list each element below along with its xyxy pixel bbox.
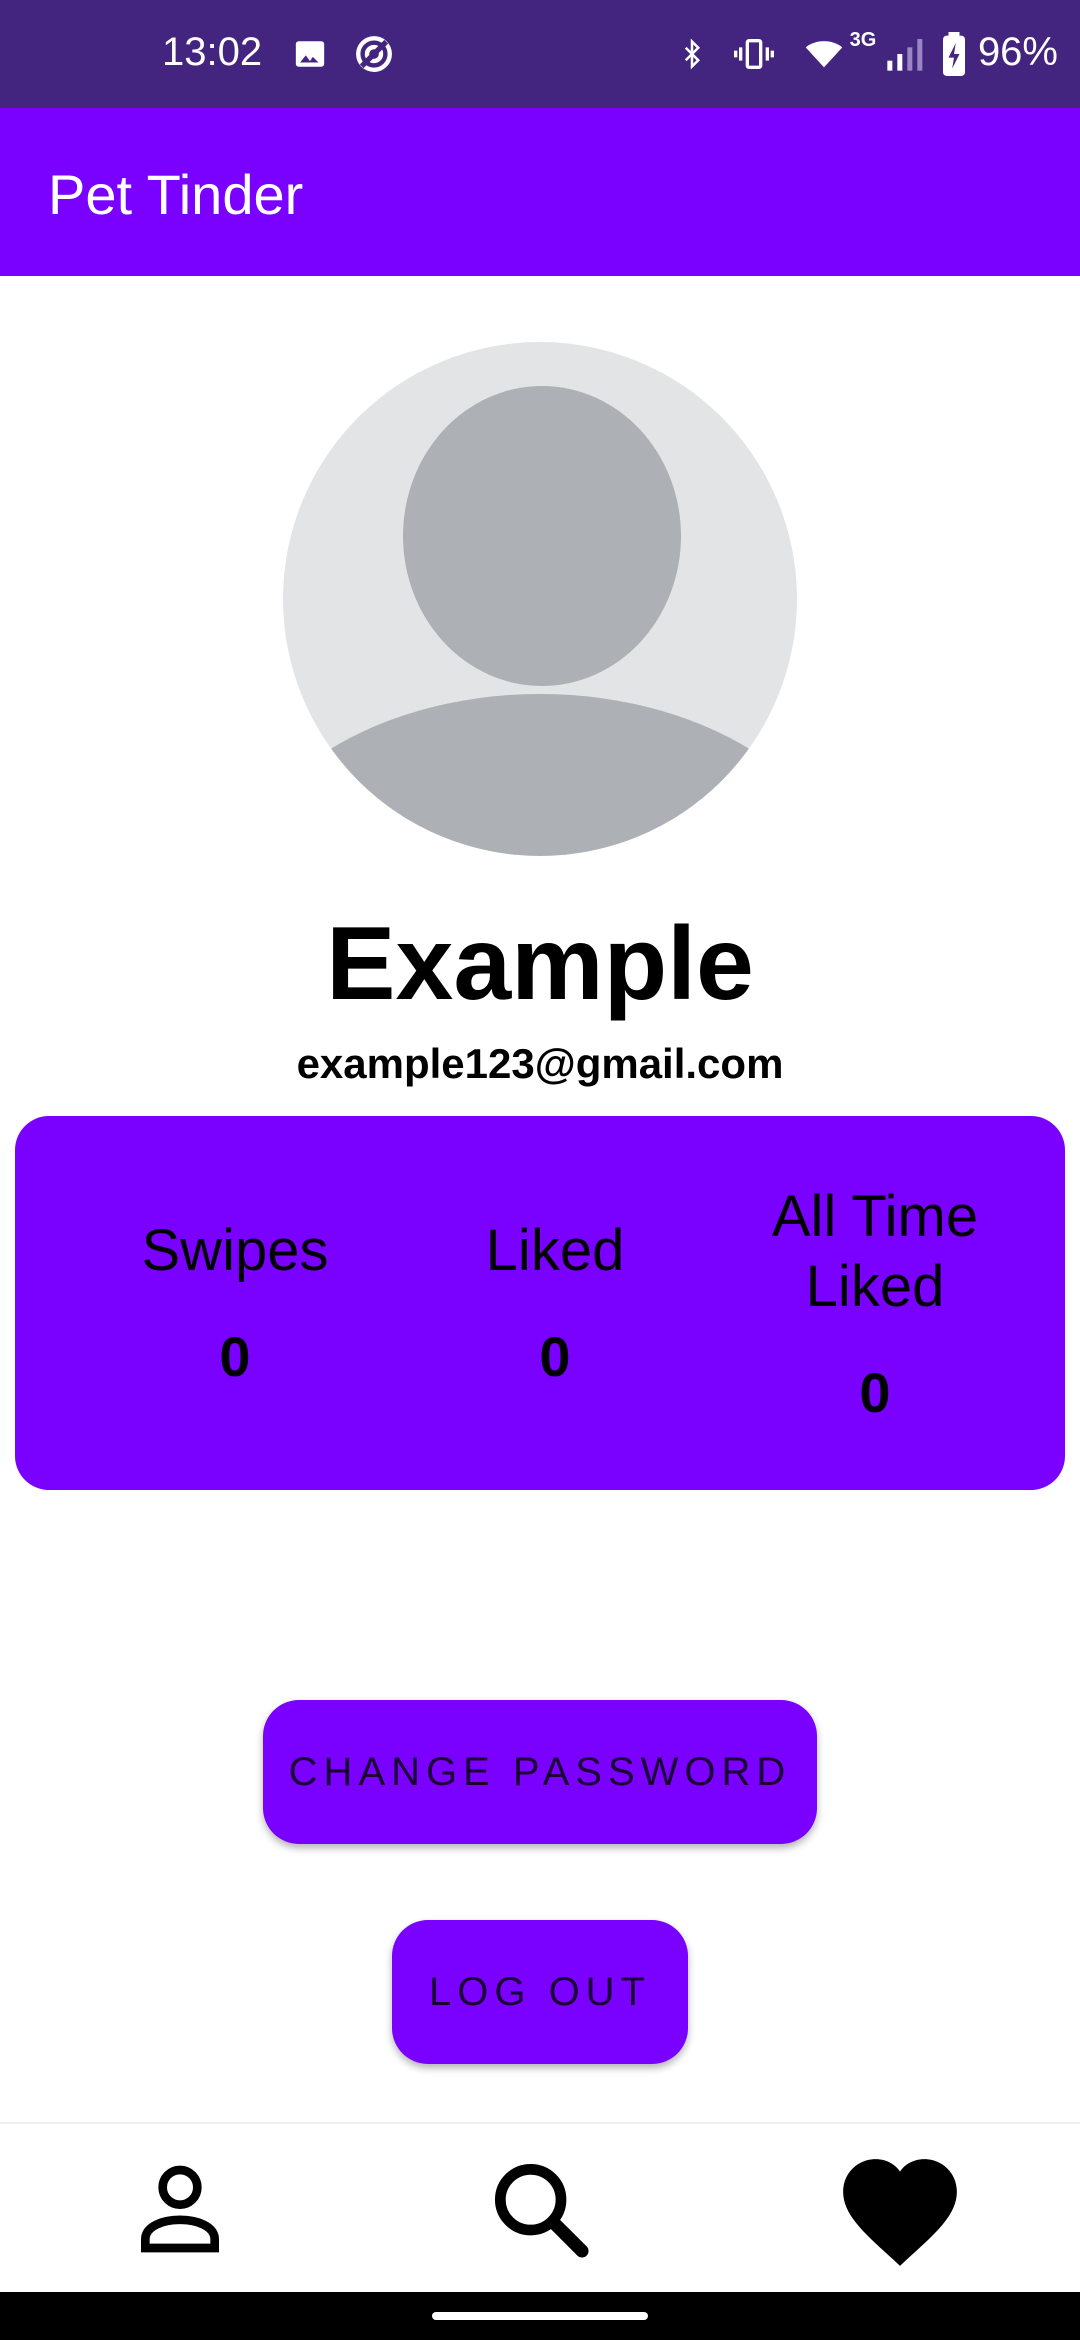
- nav-liked[interactable]: [820, 2134, 980, 2284]
- change-password-button[interactable]: CHANGE PASSWORD: [263, 1700, 817, 1844]
- app-title: Pet Tinder: [48, 163, 304, 226]
- stat-label: Liked: [485, 1218, 625, 1283]
- stat-swipes: Swipes 0: [70, 1216, 400, 1389]
- app-bar: Pet Tinder: [0, 108, 1080, 276]
- sync-icon: [350, 30, 398, 78]
- stat-value: 0: [539, 1325, 571, 1388]
- log-out-button[interactable]: LOG OUT: [392, 1920, 688, 2064]
- avatar-head: [403, 386, 681, 686]
- vibrate-icon: [730, 30, 778, 78]
- network-type: 3G: [849, 28, 877, 51]
- stats-card: Swipes 0 Liked 0 All Time Liked 0: [15, 1116, 1065, 1490]
- stat-label: All Time Liked: [771, 1184, 979, 1319]
- status-bar: 13:02 3G 96%: [0, 0, 1080, 108]
- nav-search[interactable]: [460, 2134, 620, 2284]
- gesture-bar: [0, 2292, 1080, 2340]
- search-icon: [494, 2163, 589, 2258]
- home-gesture-handle[interactable]: [432, 2312, 648, 2320]
- person-icon: [141, 2165, 219, 2253]
- status-time: 13:02: [162, 30, 263, 74]
- avatar-body: [283, 694, 797, 856]
- stat-label: Swipes: [141, 1218, 329, 1283]
- profile-name: Example: [326, 906, 754, 1022]
- heart-icon: [843, 2159, 957, 2266]
- battery-percent: 96%: [977, 30, 1058, 74]
- stat-value: 0: [219, 1325, 251, 1388]
- bluetooth-icon: [672, 30, 712, 78]
- wifi-icon: [796, 30, 852, 78]
- battery-charging-icon: [936, 30, 972, 78]
- signal-icon: [880, 30, 928, 78]
- default-avatar-icon: [283, 342, 797, 856]
- image-icon: [290, 30, 330, 78]
- stat-all-time-liked: All Time Liked 0: [725, 1182, 1025, 1425]
- stat-value: 0: [859, 1361, 891, 1424]
- stat-liked: Liked 0: [390, 1216, 720, 1389]
- profile-email: example123@gmail.com: [296, 1040, 784, 1087]
- bottom-nav: [0, 2122, 1080, 2292]
- nav-profile[interactable]: [100, 2134, 260, 2284]
